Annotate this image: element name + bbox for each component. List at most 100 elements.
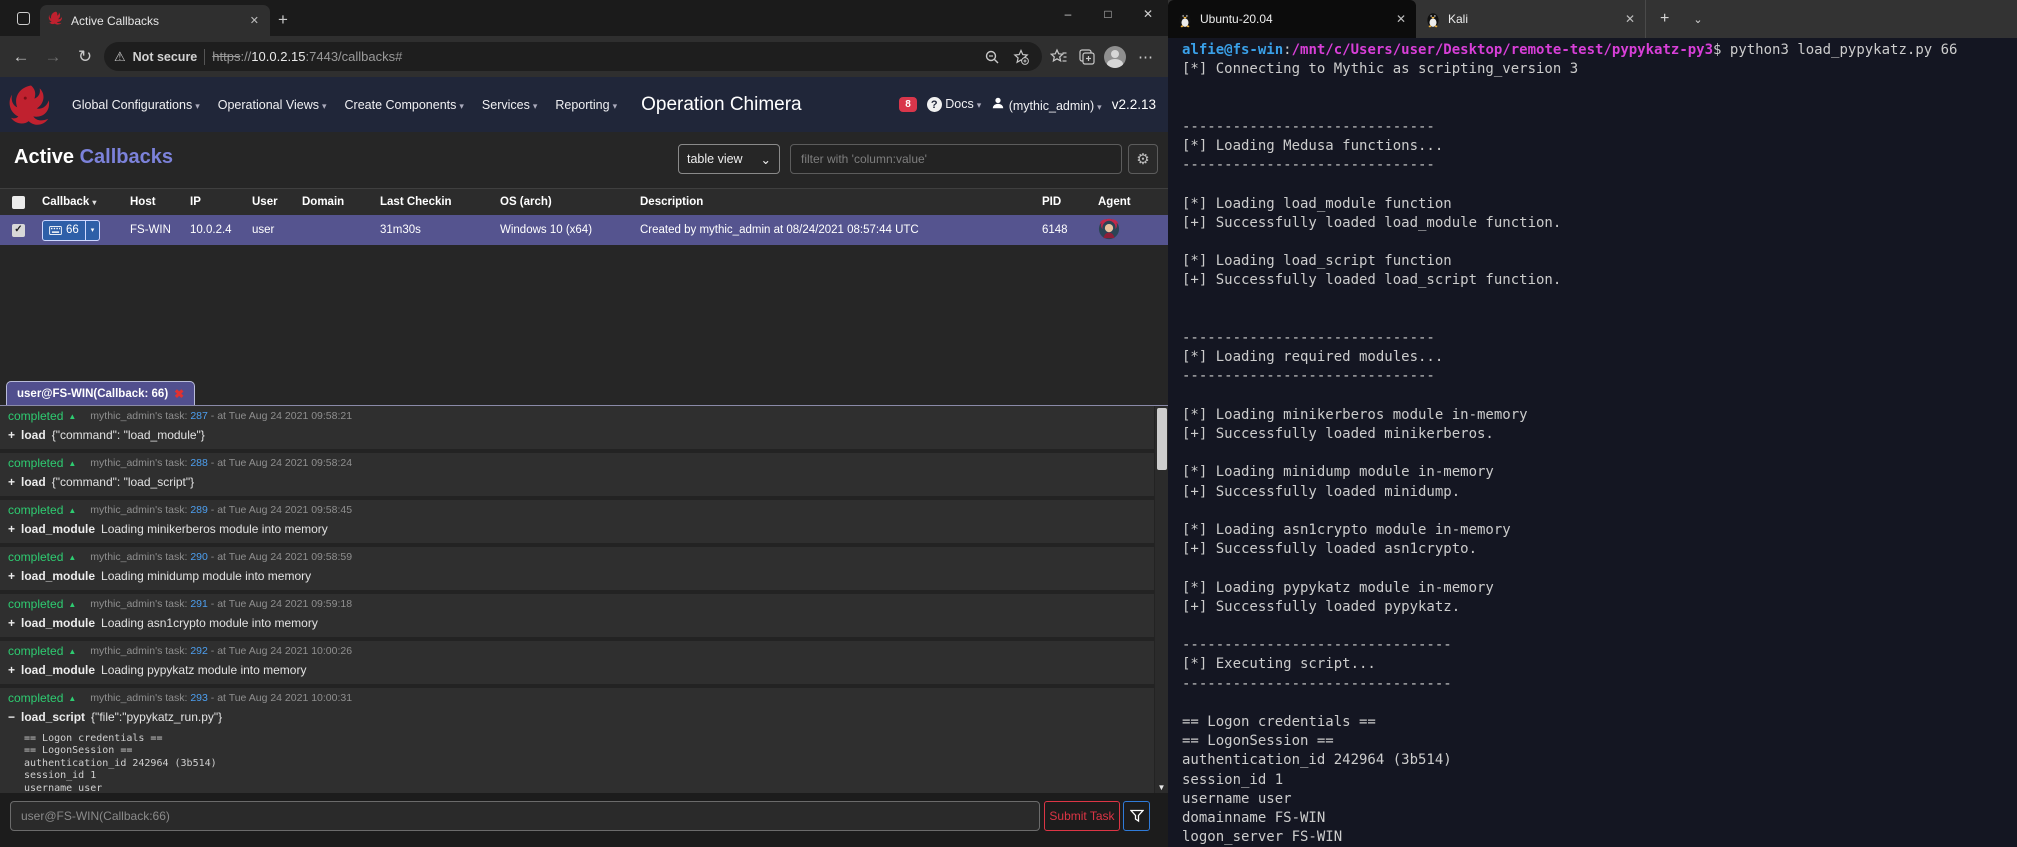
user-menu[interactable]: (mythic_admin) ▾ [991,96,1102,113]
scroll-down-icon[interactable]: ▼ [1155,783,1168,792]
task-output-line: username user [24,782,103,793]
table-settings-button[interactable]: ⚙ [1128,144,1158,174]
terminal-line: logon_server FS-WIN [1182,829,1343,846]
task-expand-toggle-icon[interactable]: + [8,475,15,489]
task-status-toggle[interactable]: completed ▲ [8,691,76,705]
task-expand-toggle-icon[interactable]: + [8,616,15,630]
tasks-scrollbar[interactable]: ▼ [1155,406,1168,793]
menu-operational-views[interactable]: Operational Views ▾ [218,98,327,112]
forward-button[interactable]: → [40,47,66,67]
terminal-tab-close-icon[interactable]: ✕ [1396,12,1406,26]
task-status-toggle[interactable]: completed ▲ [8,456,76,470]
refresh-button[interactable]: ↻ [72,47,98,67]
task-card: completed ▲ mythic_admin's task: 292 - at … [0,641,1154,684]
task-expand-toggle-icon[interactable]: − [8,710,15,724]
task-timestamp: - at Tue Aug 24 2021 09:58:21 [207,410,353,422]
scrollbar-thumb[interactable] [1157,408,1167,470]
task-operator-label: mythic_admin's task: [90,645,191,657]
task-command-input[interactable] [10,801,1040,831]
address-bar[interactable]: ⚠ Not secure https://10.0.2.15:7443/call… [104,42,1042,71]
task-id-link[interactable]: 293 [190,692,208,704]
notification-badge[interactable]: 8 [899,97,917,112]
task-status-toggle[interactable]: completed ▲ [8,644,76,658]
column-header-last-checkin[interactable]: Last Checkin [380,196,500,208]
task-meta: mythic_admin's task: 293 - at Tue Aug 24… [90,692,352,704]
column-header-domain[interactable]: Domain [302,196,380,208]
tab-actions-button[interactable] [8,3,38,33]
task-command-params: {"command": "load_script"} [51,475,195,489]
task-expand-toggle-icon[interactable]: + [8,569,15,583]
task-id-link[interactable]: 291 [190,598,208,610]
docs-menu[interactable]: ? Docs ▾ [926,97,981,113]
task-expand-toggle-icon[interactable]: + [8,663,15,677]
task-command-params: Loading pypykatz module into memory [101,663,307,677]
browser-menu-icon[interactable]: ⋯ [1132,48,1160,66]
menu-reporting[interactable]: Reporting ▾ [555,98,617,112]
profile-avatar[interactable] [1104,45,1126,68]
tab-close-icon[interactable]: ✕ [247,14,262,27]
task-id-link[interactable]: 289 [190,504,208,516]
submit-task-button[interactable]: Submit Task [1044,801,1120,831]
browser-tab-active[interactable]: Active Callbacks ✕ [40,5,270,36]
column-header-pid[interactable]: PID [1012,196,1098,208]
column-header-description[interactable]: Description [640,196,1012,208]
column-header-user[interactable]: User [252,196,302,208]
menu-create-components[interactable]: Create Components ▾ [345,98,464,112]
collections-icon[interactable] [1076,46,1098,68]
mythic-logo[interactable] [8,82,54,128]
new-tab-button[interactable]: + [278,10,288,30]
back-button[interactable]: ← [8,47,34,67]
task-status-toggle[interactable]: completed ▲ [8,597,76,611]
menu-global-configurations[interactable]: Global Configurations ▾ [72,98,200,112]
person-icon [993,97,1004,109]
terminal-dropdown-button[interactable]: ⌄ [1683,0,1712,38]
column-header-os[interactable]: OS (arch) [500,196,640,208]
terminal-tab-title: Ubuntu-20.04 [1200,12,1273,26]
callback-id-button[interactable]: 66 ▾ [42,219,101,241]
task-card: completed ▲ mythic_admin's task: 291 - at … [0,594,1154,637]
favorites-icon[interactable] [1048,46,1070,68]
terminal-output[interactable]: alfie@fs-win:/mnt/c/Users/user/Desktop/r… [1168,38,2017,847]
terminal-tab-ubuntu[interactable]: Ubuntu-20.04 ✕ [1168,0,1416,38]
callback-row[interactable]: ✓ 66 ▾ FS-WIN 10.0.2.4 user 31m30s Windo… [0,215,1168,245]
task-status-toggle[interactable]: completed ▲ [8,409,76,423]
terminal-tab-kali[interactable]: Kali ✕ [1416,0,1646,38]
task-status-toggle[interactable]: completed ▲ [8,503,76,517]
task-filter-button[interactable] [1123,801,1150,831]
filter-input[interactable] [790,144,1122,174]
callback-dropdown-caret[interactable]: ▾ [84,220,100,240]
column-header-agent[interactable]: Agent [1098,196,1168,208]
row-checkbox[interactable]: ✓ [12,223,25,237]
window-close-button[interactable]: ✕ [1128,0,1168,30]
terminal-tab-close-icon[interactable]: ✕ [1625,12,1635,26]
task-id-link[interactable]: 288 [190,457,208,469]
zoom-out-icon[interactable] [981,46,1003,68]
callback-tab-close-icon[interactable]: ✖ [174,387,184,401]
url-separator [204,48,206,65]
window-controls: – □ ✕ [1048,0,1168,30]
add-favorite-icon[interactable] [1010,46,1032,68]
select-all-checkbox[interactable] [12,195,25,209]
task-expand-toggle-icon[interactable]: + [8,522,15,536]
view-selector-dropdown[interactable]: table view ⌄ [678,144,780,174]
task-id-link[interactable]: 287 [190,410,208,422]
task-status-toggle[interactable]: completed ▲ [8,550,76,564]
task-card: completed ▲ mythic_admin's task: 290 - at … [0,547,1154,590]
column-header-ip[interactable]: IP [190,196,252,208]
task-id-link[interactable]: 292 [190,645,208,657]
menu-services[interactable]: Services ▾ [482,98,537,112]
check-icon: ✓ [14,224,23,235]
window-maximize-button[interactable]: □ [1088,0,1128,30]
keyboard-icon [49,225,62,235]
task-id-link[interactable]: 290 [190,551,208,563]
terminal-new-tab-button[interactable]: + [1646,0,1683,38]
column-header-host[interactable]: Host [130,196,190,208]
column-header-callback[interactable]: Callback ▾ [42,196,130,208]
window-minimize-button[interactable]: – [1048,0,1088,30]
task-output-block: == Logon credentials == == LogonSession =… [24,733,1144,793]
task-expand-toggle-icon[interactable]: + [8,428,15,442]
callback-tab[interactable]: user@FS-WIN(Callback: 66) ✖ [6,381,196,405]
